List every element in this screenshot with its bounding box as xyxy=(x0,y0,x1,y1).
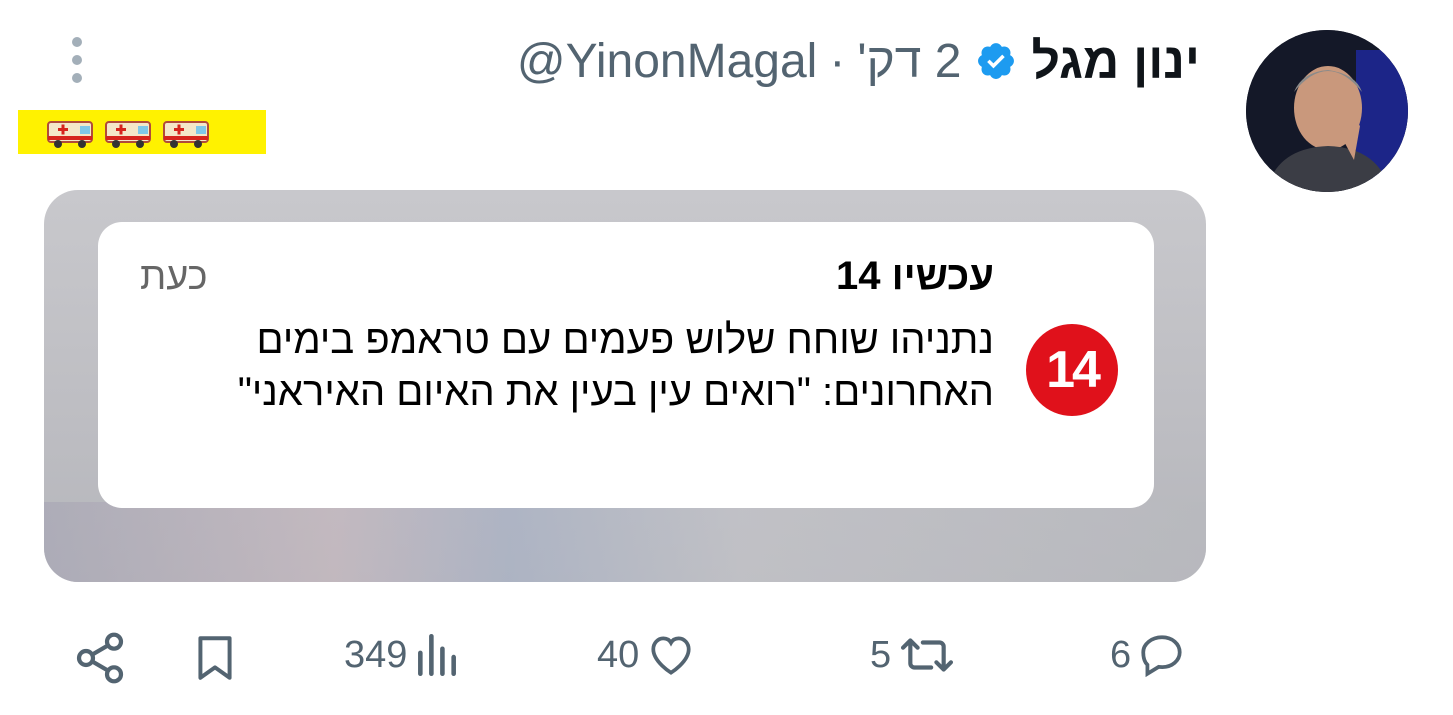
handle-time: @YinonMagal · 2 דק' xyxy=(517,34,962,89)
separator: · xyxy=(829,34,846,88)
reply-icon xyxy=(1141,635,1182,678)
like-count: 40 xyxy=(597,633,640,676)
bookmark-button[interactable] xyxy=(190,630,240,686)
handle[interactable]: @YinonMagal xyxy=(517,34,817,89)
verified-badge-icon xyxy=(975,40,1017,82)
avatar[interactable] xyxy=(1246,30,1408,192)
retweet-button[interactable]: 5 xyxy=(870,630,959,680)
ambulance-icon xyxy=(47,121,93,148)
tweet-actions: 6 5 40 349 xyxy=(0,620,1453,700)
push-notification-card: 14 עכשיו 14 כעת נתניהו שוחח שלוש פעמים ע… xyxy=(98,222,1154,508)
logo-text: 14 xyxy=(1046,341,1101,399)
retweet-count: 5 xyxy=(870,633,892,676)
more-vertical-icon[interactable] xyxy=(66,36,88,88)
tweet-header: ינון מגל @YinonMagal · 2 דק' xyxy=(517,28,1200,94)
like-icon xyxy=(651,636,691,675)
views-button[interactable]: 349 xyxy=(344,630,463,680)
retweet-icon xyxy=(901,638,954,672)
notification-headline: נתניהו שוחח שלוש פעמים עם טראמפ בימים הא… xyxy=(237,318,994,414)
reply-count: 6 xyxy=(1110,633,1132,676)
display-name[interactable]: ינון מגל xyxy=(1031,32,1200,90)
like-button[interactable]: 40 xyxy=(597,630,699,680)
tweet[interactable]: ינון מגל @YinonMagal · 2 דק' 14 עכשיו 14… xyxy=(0,0,1453,715)
notification-source: עכשיו 14 xyxy=(835,254,994,298)
blurred-background xyxy=(44,502,1206,582)
reply-button[interactable]: 6 xyxy=(1110,630,1189,680)
ambulance-icon xyxy=(163,121,209,148)
views-count: 349 xyxy=(344,633,408,676)
share-icon xyxy=(76,632,124,684)
channel-14-logo: 14 xyxy=(1026,324,1118,416)
share-button[interactable] xyxy=(72,630,128,686)
tweet-text xyxy=(18,110,266,154)
ambulance-icon xyxy=(105,121,151,148)
bookmark-icon xyxy=(198,636,232,680)
media-screenshot[interactable]: 14 עכשיו 14 כעת נתניהו שוחח שלוש פעמים ע… xyxy=(44,190,1206,582)
views-icon xyxy=(418,633,457,677)
notification-time: כעת xyxy=(140,256,208,298)
timestamp[interactable]: 2 דק' xyxy=(857,34,961,89)
